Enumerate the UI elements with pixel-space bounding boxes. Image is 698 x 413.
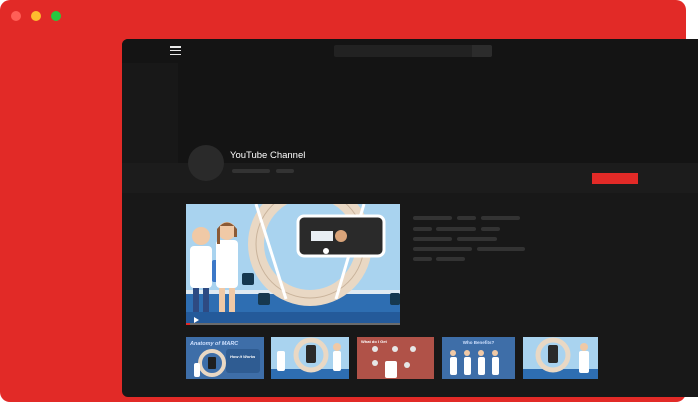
thumbnail-subtitle: How it Works [230,354,256,359]
thumbnail-title: Who Benefits? [462,340,495,345]
thumbnail-title: Anatomy of MARC [190,341,239,347]
minimize-dot[interactable] [31,11,41,21]
channel-banner [178,63,698,163]
video-thumbnail[interactable] [271,337,349,379]
thumbnail-2-art [271,337,349,379]
top-bar [122,39,698,63]
maximize-dot[interactable] [51,11,61,21]
thumbnail-5-art [523,337,598,379]
description-placeholder [436,257,465,261]
video-title-placeholder [413,216,452,220]
video-thumbnail[interactable] [523,337,598,379]
youtube-channel-page: YouTube Channel Anatomy of MARC How it W… [122,39,698,397]
channel-meta-placeholder [232,169,270,173]
description-placeholder [481,227,500,231]
description-placeholder [436,227,476,231]
description-placeholder [413,237,452,241]
video-title-placeholder [457,216,476,220]
close-dot[interactable] [11,11,21,21]
video-title-placeholder [481,216,520,220]
channel-name[interactable]: YouTube Channel [230,150,305,161]
thumbnail-title: What do I Get [361,339,387,344]
video-progress-fill [186,323,191,325]
description-placeholder [413,227,432,231]
featured-video-frame [186,204,400,325]
subscribe-button[interactable] [592,173,638,184]
video-thumbnail[interactable]: Anatomy of MARC How it Works [186,337,264,379]
channel-meta-placeholder [276,169,294,173]
hamburger-menu-icon[interactable] [170,46,181,56]
channel-avatar[interactable] [188,145,224,181]
search-button[interactable] [472,45,492,57]
description-placeholder [457,237,497,241]
video-thumbnail[interactable]: What do I Get [357,337,434,379]
search-input[interactable] [334,45,492,57]
featured-video-player[interactable] [186,204,400,325]
description-placeholder [413,247,472,251]
video-progress-track[interactable] [186,323,400,325]
description-placeholder [413,257,432,261]
video-thumbnail[interactable]: Who Benefits? [442,337,515,379]
description-placeholder [477,247,525,251]
